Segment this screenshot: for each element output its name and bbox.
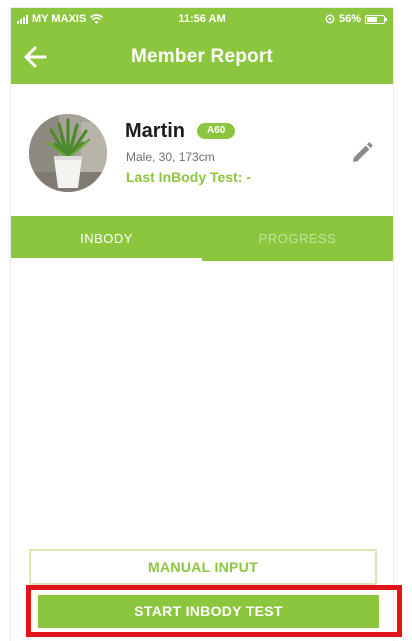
page-title: Member Report [131, 46, 273, 67]
location-icon [325, 14, 335, 24]
member-profile: Martin A60 Male, 30, 173cm Last InBody T… [11, 104, 393, 204]
manual-input-button[interactable]: MANUAL INPUT [29, 549, 377, 585]
tab-progress[interactable]: PROGRESS [202, 216, 393, 261]
status-right: 56% [325, 13, 387, 25]
member-details: Male, 30, 173cm [126, 150, 215, 164]
battery-icon [365, 14, 387, 24]
status-bar: MY MAXIS 11:56 AM 56% [11, 8, 393, 30]
report-tabs: INBODY PROGRESS [11, 216, 393, 261]
screen: MY MAXIS 11:56 AM 56% Member Report Mart… [0, 0, 412, 641]
report-content [11, 261, 393, 541]
start-inbody-test-button[interactable]: START INBODY TEST [38, 595, 379, 628]
member-name: Martin [125, 120, 185, 142]
phone-screen: MY MAXIS 11:56 AM 56% Member Report Mart… [11, 8, 393, 641]
battery-percent: 56% [338, 13, 361, 25]
nav-bar: Member Report [11, 30, 393, 84]
avatar [29, 114, 107, 192]
edit-profile-button[interactable] [350, 141, 374, 165]
app-header: MY MAXIS 11:56 AM 56% Member Report [11, 8, 393, 84]
last-inbody-test: Last InBody Test: - [126, 169, 251, 185]
member-badge: A60 [197, 123, 236, 139]
tab-inbody[interactable]: INBODY [11, 216, 202, 261]
plant-photo [29, 114, 107, 192]
pencil-icon [353, 142, 373, 162]
